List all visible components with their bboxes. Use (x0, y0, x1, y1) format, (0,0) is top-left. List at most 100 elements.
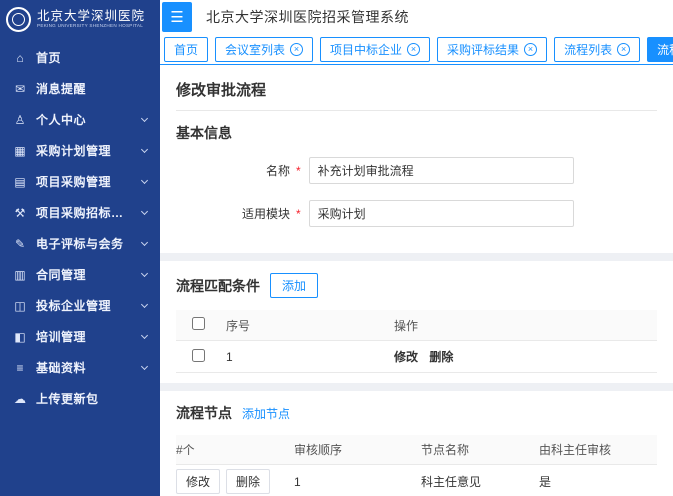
sidebar-item-home[interactable]: ⌂ 首页 (0, 42, 160, 73)
match-conditions-title: 流程匹配条件 (176, 276, 260, 296)
sidebar-item-personal-center[interactable]: ♙ 个人中心 (0, 104, 160, 135)
main-area: ☰ 北京大学深圳医院招采管理系统 首页 会议室列表 × 项目中标企业 × 采购评… (160, 0, 673, 496)
col-header-item: #个 (176, 441, 294, 458)
tab-winning-enterprise[interactable]: 项目中标企业 × (320, 37, 430, 62)
col-header-node-name: 节点名称 (421, 441, 539, 458)
bell-icon: ✉ (13, 82, 27, 96)
sidebar-item-bidder-enterprise[interactable]: ◫ 投标企业管理 (0, 290, 160, 321)
sidebar-item-label: 培训管理 (36, 328, 86, 345)
chevron-down-icon (141, 176, 148, 183)
upload-cloud-icon: ☁ (13, 392, 27, 406)
flow-nodes-title: 流程节点 (176, 403, 232, 423)
sidebar-item-label: 消息提醒 (36, 80, 86, 97)
node-table-row: 修改 删除 1 科主任意见 是 (176, 465, 657, 496)
tab-process-active[interactable]: 流程 × (647, 37, 673, 62)
sidebar-toggle-button[interactable]: ☰ (162, 2, 192, 32)
page-content: 修改审批流程 基本信息 名称 * 适用模块 * 流程匹配条件 添加 (160, 65, 673, 496)
select-all-checkbox[interactable] (192, 317, 205, 330)
close-icon[interactable]: × (290, 43, 303, 56)
hospital-name-en: PEKING UNIVERSITY SHENZHEN HOSPITAL (37, 24, 143, 29)
training-icon: ◧ (13, 330, 27, 344)
contract-icon: ▥ (13, 268, 27, 282)
name-form-row: 名称 * (176, 157, 657, 184)
hospital-name-cn: 北京大学深圳医院 (37, 9, 152, 23)
sidebar-item-label: 首页 (36, 49, 61, 66)
chevron-down-icon (141, 269, 148, 276)
node-edit-button[interactable]: 修改 (176, 469, 220, 494)
sidebar-item-label: 基础资料 (36, 359, 86, 376)
tab-evaluation-result[interactable]: 采购评标结果 × (437, 37, 547, 62)
sidebar-item-label: 采购计划管理 (36, 142, 111, 159)
name-input[interactable] (309, 157, 574, 184)
sidebar-item-base-data[interactable]: ≡ 基础资料 (0, 352, 160, 383)
edit-icon: ✎ (13, 237, 27, 251)
folder-icon: ▤ (13, 175, 27, 189)
module-select-input[interactable] (309, 200, 574, 227)
hospital-logo-icon (6, 7, 31, 32)
close-icon[interactable]: × (407, 43, 420, 56)
condition-index-cell: 1 (226, 350, 394, 364)
add-condition-button[interactable]: 添加 (270, 273, 318, 298)
sidebar-item-label: 项目采购管理 (36, 173, 111, 190)
module-field-label: 适用模块 (176, 205, 294, 222)
chevron-down-icon (141, 331, 148, 338)
sidebar-item-label: 电子评标与会务 (36, 235, 124, 252)
sidebar-item-label: 项目采购招标管理 (36, 204, 133, 221)
match-conditions-card: 流程匹配条件 添加 序号 操作 1 修改 删除 (160, 261, 673, 383)
node-delete-button[interactable]: 删除 (226, 469, 270, 494)
sidebar-item-training[interactable]: ◧ 培训管理 (0, 321, 160, 352)
tab-meeting-room-list[interactable]: 会议室列表 × (215, 37, 313, 62)
required-mark: * (296, 207, 301, 221)
basic-info-card: 修改审批流程 基本信息 名称 * 适用模块 * (160, 65, 673, 253)
sidebar-item-contract[interactable]: ▥ 合同管理 (0, 259, 160, 290)
close-icon[interactable]: × (524, 43, 537, 56)
sidebar-item-label: 合同管理 (36, 266, 86, 283)
sidebar-item-label: 上传更新包 (36, 390, 99, 407)
tab-label: 流程 (657, 41, 673, 58)
system-title: 北京大学深圳医院招采管理系统 (206, 7, 409, 27)
tab-label: 流程列表 (564, 41, 612, 58)
page-title: 修改审批流程 (176, 75, 657, 111)
add-node-link[interactable]: 添加节点 (242, 405, 290, 422)
sidebar-item-upload-package[interactable]: ☁ 上传更新包 (0, 383, 160, 414)
name-field-label: 名称 (176, 162, 294, 179)
database-icon: ≡ (13, 361, 27, 375)
tab-label: 首页 (174, 41, 198, 58)
tab-bar: 首页 会议室列表 × 项目中标企业 × 采购评标结果 × 流程列表 × 流程 × (160, 34, 673, 65)
condition-delete-link[interactable]: 删除 (429, 350, 453, 364)
chevron-down-icon (141, 145, 148, 152)
app-window: 北京大学深圳医院 PEKING UNIVERSITY SHENZHEN HOSP… (0, 0, 673, 496)
home-icon: ⌂ (13, 51, 27, 65)
sidebar-item-e-evaluation[interactable]: ✎ 电子评标与会务 (0, 228, 160, 259)
col-header-action: 操作 (394, 317, 649, 334)
chevron-down-icon (141, 114, 148, 121)
tab-label: 项目中标企业 (330, 41, 402, 58)
col-header-order: 审核顺序 (294, 441, 421, 458)
sidebar-item-messages[interactable]: ✉ 消息提醒 (0, 73, 160, 104)
col-header-chief-review: 由科主任审核 (539, 441, 657, 458)
row-checkbox[interactable] (192, 349, 205, 362)
sidebar-item-bidding-management[interactable]: ⚒ 项目采购招标管理 (0, 197, 160, 228)
tab-label: 采购评标结果 (447, 41, 519, 58)
tab-label: 会议室列表 (225, 41, 285, 58)
top-header: ☰ 北京大学深圳医院招采管理系统 (160, 0, 673, 34)
sidebar-item-label: 投标企业管理 (36, 297, 111, 314)
building-icon: ◫ (13, 299, 27, 313)
chevron-down-icon (141, 207, 148, 214)
nodes-table-header: #个 审核顺序 节点名称 由科主任审核 (176, 435, 657, 465)
sidebar: 北京大学深圳医院 PEKING UNIVERSITY SHENZHEN HOSP… (0, 0, 160, 496)
required-mark: * (296, 164, 301, 178)
node-order-cell: 1 (294, 475, 421, 489)
close-icon[interactable]: × (617, 43, 630, 56)
sidebar-item-label: 个人中心 (36, 111, 86, 128)
tab-process-list[interactable]: 流程列表 × (554, 37, 640, 62)
tab-home[interactable]: 首页 (164, 37, 208, 62)
conditions-table-header: 序号 操作 (176, 310, 657, 341)
condition-table-row: 1 修改 删除 (176, 341, 657, 373)
node-name-cell: 科主任意见 (421, 473, 539, 490)
chevron-down-icon (141, 362, 148, 369)
sidebar-item-purchase-plan[interactable]: ▦ 采购计划管理 (0, 135, 160, 166)
hospital-logo-block: 北京大学深圳医院 PEKING UNIVERSITY SHENZHEN HOSP… (0, 0, 160, 38)
condition-edit-link[interactable]: 修改 (394, 350, 418, 364)
sidebar-item-project-purchase[interactable]: ▤ 项目采购管理 (0, 166, 160, 197)
